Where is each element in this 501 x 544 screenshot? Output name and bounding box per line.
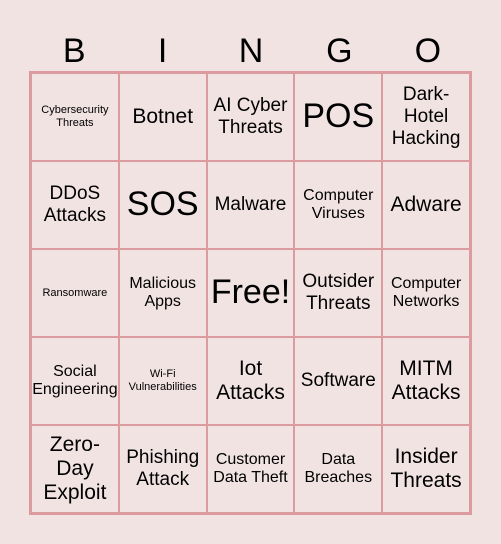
header-letter-g: G (326, 32, 353, 70)
bingo-cell[interactable]: Iot Attacks (206, 337, 295, 425)
bingo-cell[interactable]: POS (294, 73, 383, 161)
bingo-cell[interactable]: Phishing Attack (118, 425, 207, 513)
bingo-cell[interactable]: Dark-Hotel Hacking (382, 73, 470, 161)
bingo-cell[interactable]: Customer Data Theft (206, 425, 295, 513)
bingo-cell[interactable]: SOS (118, 161, 207, 249)
bingo-cell[interactable]: Software (294, 337, 383, 425)
free-space-cell[interactable]: Free! (206, 249, 295, 337)
bingo-cell[interactable]: Computer Networks (382, 249, 470, 337)
header-letter-o: O (414, 32, 442, 70)
bingo-cell[interactable]: Outsider Threats (294, 249, 383, 337)
bingo-cell[interactable]: Malicious Apps (118, 249, 207, 337)
bingo-cell[interactable]: Insider Threats (382, 425, 470, 513)
header-letter-n: N (238, 32, 264, 70)
bingo-cell[interactable]: Computer Viruses (294, 161, 383, 249)
bingo-cell[interactable]: AI Cyber Threats (206, 73, 295, 161)
bingo-cell[interactable]: Social Engineering (31, 337, 119, 425)
bingo-cell[interactable]: Zero-Day Exploit (31, 425, 119, 513)
bingo-cell[interactable]: Adware (382, 161, 470, 249)
header-letter-b: B (62, 32, 86, 70)
bingo-cell[interactable]: Wi-Fi Vulnerabilities (118, 337, 207, 425)
header-letter-i: I (157, 32, 168, 70)
bingo-cell[interactable]: Malware (206, 161, 295, 249)
bingo-cell[interactable]: DDoS Attacks (31, 161, 119, 249)
bingo-cell[interactable]: Cybersecurity Threats (31, 73, 119, 161)
bingo-cell[interactable]: Data Breaches (294, 425, 383, 513)
bingo-header: B I N G O (30, 30, 472, 72)
bingo-grid: Cybersecurity Threats Botnet AI Cyber Th… (29, 71, 472, 515)
bingo-cell[interactable]: Botnet (118, 73, 207, 161)
bingo-cell[interactable]: Ransomware (31, 249, 119, 337)
bingo-cell[interactable]: MITM Attacks (382, 337, 470, 425)
